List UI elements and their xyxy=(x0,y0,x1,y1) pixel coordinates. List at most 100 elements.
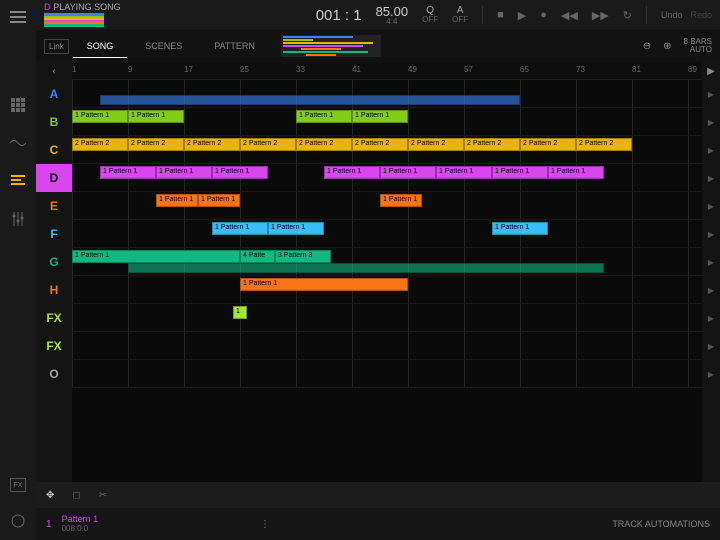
link-button[interactable]: Link xyxy=(44,39,69,54)
clip[interactable]: 2 Pattern 2 xyxy=(464,138,520,151)
track-label-FX[interactable]: FX xyxy=(36,304,72,332)
rewind-button[interactable]: ◀◀ xyxy=(561,9,578,22)
track-row[interactable]: 1 Pattern 1 xyxy=(72,276,702,304)
track-label-F[interactable]: F xyxy=(36,220,72,248)
clip[interactable]: 1 Pattern 1 xyxy=(156,166,212,179)
clip[interactable]: 1 Pattern 1 xyxy=(324,166,380,179)
clip[interactable]: 1 Pattern 1 xyxy=(212,166,268,179)
clip[interactable]: 2 Pattern 2 xyxy=(240,138,296,151)
record-button[interactable]: ● xyxy=(540,9,547,21)
tab-pattern[interactable]: PATTERN xyxy=(200,35,269,57)
clip[interactable]: 2 Pattern 2 xyxy=(296,138,352,151)
arranger-icon[interactable] xyxy=(9,172,27,190)
zoom-out-icon[interactable]: ⊖ xyxy=(643,41,651,52)
track-play-icon[interactable]: ▶ xyxy=(708,108,714,136)
clip[interactable]: 1 Pattern 1 xyxy=(352,110,408,123)
track-play-icon[interactable]: ▶ xyxy=(708,304,714,332)
clip[interactable]: 1 xyxy=(233,306,247,319)
track-play-icon[interactable]: ▶ xyxy=(708,220,714,248)
zoom-in-icon[interactable]: ⊕ xyxy=(663,41,671,52)
forward-button[interactable]: ▶▶ xyxy=(592,9,609,22)
track-play-icon[interactable]: ▶ xyxy=(708,192,714,220)
pointer-tool[interactable]: ✥ xyxy=(46,490,54,501)
track-label-H[interactable]: H xyxy=(36,276,72,304)
clip[interactable]: 2 Pattern 2 xyxy=(576,138,632,151)
clip[interactable]: 2 Pattern 2 xyxy=(184,138,240,151)
clip[interactable]: 1 Pattern 1 xyxy=(100,166,156,179)
track-play-icon[interactable]: ▶ xyxy=(708,164,714,192)
track-label-O[interactable]: O xyxy=(36,360,72,388)
track-label-FX[interactable]: FX xyxy=(36,332,72,360)
mixer-icon[interactable] xyxy=(9,210,27,228)
redo-button[interactable]: Redo xyxy=(690,10,712,20)
back-button[interactable]: ‹ xyxy=(36,62,72,80)
clip[interactable]: 3 Pattern 3 xyxy=(275,250,331,263)
track-row[interactable]: 1 Pattern 11 Pattern 11 Pattern 11 Patte… xyxy=(72,164,702,192)
clip[interactable]: 1 Pattern 1 xyxy=(128,110,184,123)
clip[interactable]: 2 Pattern 2 xyxy=(128,138,184,151)
track-row[interactable] xyxy=(72,332,702,360)
track-play-icon[interactable]: ▶ xyxy=(708,332,714,360)
arrangement-grid[interactable]: 1917253341495765738189 1 Pattern 11 Patt… xyxy=(72,62,702,482)
clip[interactable]: 2 Pattern 2 xyxy=(352,138,408,151)
clip[interactable]: 1 Pattern 1 xyxy=(380,194,422,207)
track-row[interactable]: 1 Pattern 11 Pattern 11 Pattern 11 Patte… xyxy=(72,108,702,136)
clip[interactable]: 1 Pattern 1 xyxy=(268,222,324,235)
tab-scenes[interactable]: SCENES xyxy=(131,35,196,57)
track-label-D[interactable]: D xyxy=(36,164,72,192)
mini-preview[interactable] xyxy=(44,13,104,27)
clip[interactable]: 1 Pattern 1 xyxy=(72,110,128,123)
play-button[interactable]: ▶ xyxy=(518,9,526,22)
track-automations-button[interactable]: TRACK AUTOMATIONS xyxy=(612,519,710,529)
bars-info[interactable]: 8 BARS AUTO xyxy=(684,38,712,54)
track-play-icon[interactable]: ▶ xyxy=(708,136,714,164)
wave-icon[interactable] xyxy=(9,134,27,152)
undo-button[interactable]: Undo xyxy=(661,10,683,20)
clip[interactable]: 1 Pattern 1 xyxy=(72,250,240,263)
time-ruler[interactable]: 1917253341495765738189 xyxy=(72,62,702,80)
clip[interactable]: 1 Pattern 1 xyxy=(240,278,408,291)
clip[interactable]: 1 Pattern 1 xyxy=(156,194,198,207)
clip[interactable]: 4 Patte xyxy=(240,250,275,263)
play-all-icon[interactable]: ▶ xyxy=(707,62,715,80)
clip[interactable] xyxy=(128,263,604,273)
clip[interactable]: 1 Pattern 1 xyxy=(492,222,548,235)
clip[interactable] xyxy=(100,95,520,105)
track-row[interactable]: 1 Pattern 11 Pattern 11 Pattern 1 xyxy=(72,192,702,220)
track-play-icon[interactable]: ▶ xyxy=(708,276,714,304)
track-row[interactable]: 2 Pattern 22 Pattern 22 Pattern 22 Patte… xyxy=(72,136,702,164)
clip[interactable]: 2 Pattern 2 xyxy=(72,138,128,151)
clip[interactable]: 2 Pattern 2 xyxy=(520,138,576,151)
select-tool[interactable]: ◻ xyxy=(72,490,80,501)
clip[interactable]: 1 Pattern 1 xyxy=(380,166,436,179)
stop-button[interactable]: ■ xyxy=(497,9,504,21)
clip[interactable]: 1 Pattern 1 xyxy=(296,110,352,123)
song-overview[interactable] xyxy=(281,35,381,57)
cut-tool[interactable]: ✂ xyxy=(99,490,107,501)
clip[interactable]: 1 Pattern 1 xyxy=(212,222,268,235)
track-label-C[interactable]: C xyxy=(36,136,72,164)
grid-icon[interactable] xyxy=(9,96,27,114)
track-play-icon[interactable]: ▶ xyxy=(708,80,714,108)
track-row[interactable]: 1 Pattern 11 Pattern 11 Pattern 1 xyxy=(72,220,702,248)
track-row[interactable]: 1 Pattern 14 Patte3 Pattern 3 xyxy=(72,248,702,276)
tempo-display[interactable]: 85.00 4:4 xyxy=(376,5,409,26)
track-label-A[interactable]: A xyxy=(36,80,72,108)
track-row[interactable] xyxy=(72,80,702,108)
clip[interactable]: 1 Pattern 1 xyxy=(198,194,240,207)
clip[interactable]: 1 Pattern 1 xyxy=(436,166,492,179)
track-play-icon[interactable]: ▶ xyxy=(708,360,714,388)
position-display[interactable]: 001 : 1 xyxy=(316,7,362,24)
more-icon[interactable]: ⋮ xyxy=(260,519,270,530)
clip[interactable]: 1 Pattern 1 xyxy=(492,166,548,179)
autoquant-toggle[interactable]: A OFF xyxy=(452,5,468,25)
loop-button[interactable]: ↻ xyxy=(623,9,632,22)
track-label-B[interactable]: B xyxy=(36,108,72,136)
track-label-E[interactable]: E xyxy=(36,192,72,220)
tab-song[interactable]: SONG xyxy=(73,35,128,58)
record-icon[interactable] xyxy=(9,512,27,530)
menu-icon[interactable] xyxy=(9,8,27,26)
clip[interactable]: 2 Pattern 2 xyxy=(408,138,464,151)
track-label-G[interactable]: G xyxy=(36,248,72,276)
track-row[interactable]: 1 xyxy=(72,304,702,332)
